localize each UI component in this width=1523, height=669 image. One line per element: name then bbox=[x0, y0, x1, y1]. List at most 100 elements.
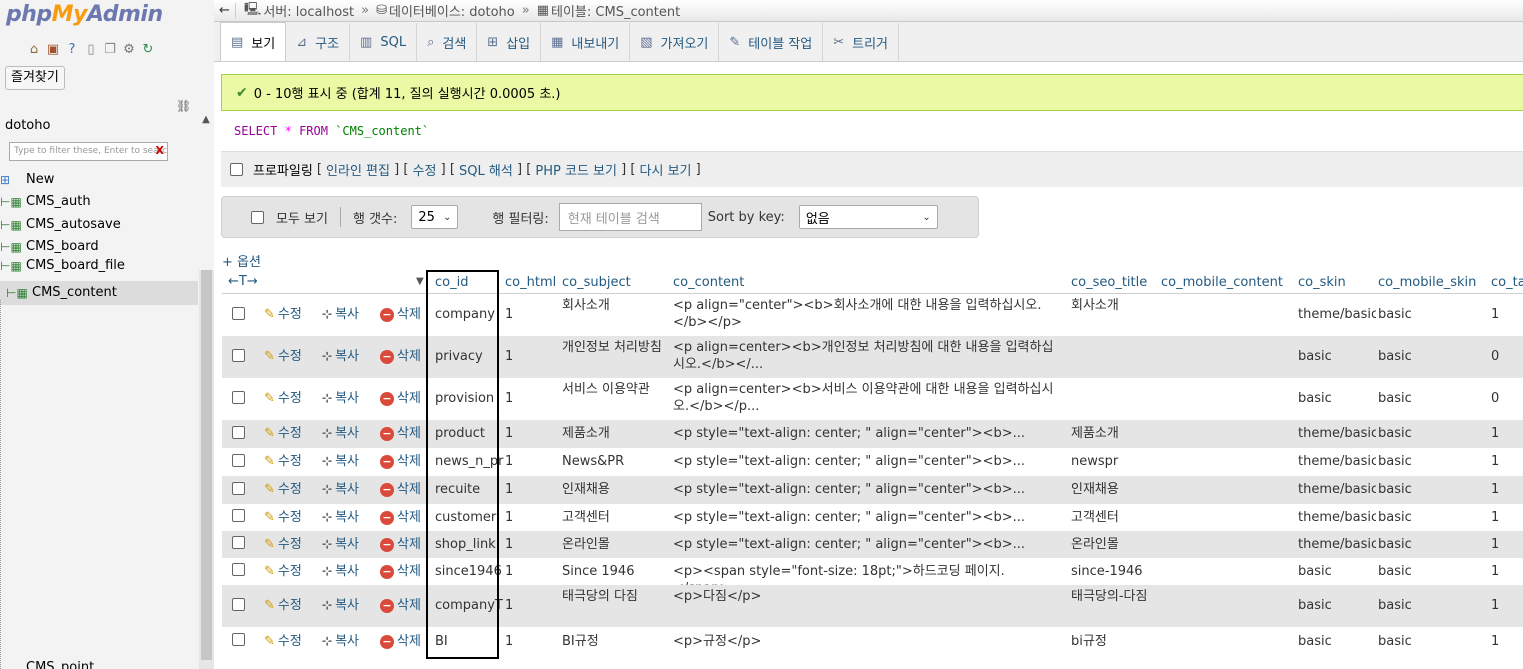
edit-row-link[interactable]: ✎ 수정 bbox=[264, 536, 302, 553]
cell-co-html[interactable]: 1 bbox=[505, 306, 557, 323]
cell-co-mobile-skin[interactable]: basic bbox=[1378, 509, 1488, 526]
cell-co-subject[interactable]: Since 1946 bbox=[562, 563, 666, 580]
column-header-co-mobile-skin[interactable]: co_mobile_skin bbox=[1378, 274, 1488, 291]
nav-scrollbar-thumb[interactable] bbox=[201, 270, 212, 660]
help-icon[interactable]: ? bbox=[64, 42, 80, 58]
tree-item-cms-autosave[interactable]: ⊢▦ CMS_autosave bbox=[0, 215, 121, 235]
row-checkbox[interactable] bbox=[232, 633, 245, 646]
reload-icon[interactable]: ↻ bbox=[140, 42, 156, 58]
cell-co-subject[interactable]: 인재채용 bbox=[562, 481, 666, 498]
cell-co-content[interactable]: <p align="center"><b>회사소개에 대한 내용을 입력하십시오… bbox=[673, 297, 1063, 331]
cell-co-subject[interactable]: 제품소개 bbox=[562, 425, 666, 442]
cell-co-skin[interactable]: theme/basic bbox=[1298, 536, 1376, 553]
edit-row-link[interactable]: ✎ 수정 bbox=[264, 348, 302, 365]
delete-row-link[interactable]: − 삭제 bbox=[380, 597, 422, 614]
cell-co-html[interactable]: 1 bbox=[505, 597, 557, 614]
cell-co-seo-title[interactable]: 온라인몰 bbox=[1071, 536, 1157, 553]
phpmyadmin-logo[interactable]: phpMyAdmin bbox=[6, 2, 163, 27]
cell-co-skin[interactable]: basic bbox=[1298, 390, 1376, 407]
cell-co-ta[interactable]: 1 bbox=[1491, 597, 1523, 614]
edit-row-link[interactable]: ✎ 수정 bbox=[264, 509, 302, 526]
column-header-co-skin[interactable]: co_skin bbox=[1298, 274, 1376, 291]
nav-scrollbar[interactable] bbox=[199, 270, 214, 669]
home-icon[interactable]: ⌂ bbox=[26, 42, 42, 58]
row-checkbox[interactable] bbox=[232, 390, 245, 404]
edit-row-link[interactable]: ✎ 수정 bbox=[264, 390, 302, 407]
breadcrumb-server[interactable]: 🖳 서버: localhost bbox=[244, 0, 354, 22]
favorites-button[interactable]: 즐겨찾기 bbox=[5, 66, 65, 90]
copy-row-link[interactable]: ⊹ 복사 bbox=[322, 509, 359, 526]
cell-co-html[interactable]: 1 bbox=[505, 425, 557, 442]
cell-co-content[interactable]: <p>규정</p> bbox=[673, 633, 1063, 650]
delete-row-link[interactable]: − 삭제 bbox=[380, 633, 422, 650]
cell-co-ta[interactable]: 1 bbox=[1491, 509, 1523, 526]
delete-row-link[interactable]: − 삭제 bbox=[380, 425, 422, 442]
row-checkbox[interactable] bbox=[232, 425, 245, 439]
row-filter-input[interactable]: 현재 테이블 검색 bbox=[558, 203, 702, 231]
cell-co-seo-title[interactable]: 제품소개 bbox=[1071, 425, 1157, 442]
rows-count-select[interactable]: 25 ⌄ bbox=[411, 205, 459, 229]
cell-co-subject[interactable]: 개인정보 처리방침 bbox=[562, 339, 666, 356]
delete-row-link[interactable]: − 삭제 bbox=[380, 563, 422, 580]
tree-item-new[interactable]: ⊞ New bbox=[0, 170, 54, 190]
edit-row-link[interactable]: ✎ 수정 bbox=[264, 597, 302, 614]
cell-co-skin[interactable]: theme/basic bbox=[1298, 306, 1376, 323]
cell-co-content[interactable]: <p style="text-align: center; " align="c… bbox=[673, 453, 1063, 470]
delete-row-link[interactable]: − 삭제 bbox=[380, 509, 422, 526]
cell-co-seo-title[interactable]: 고객센터 bbox=[1071, 509, 1157, 526]
clear-filter-icon[interactable]: X bbox=[156, 145, 164, 156]
delete-row-link[interactable]: − 삭제 bbox=[380, 306, 422, 323]
cell-co-mobile-skin[interactable]: basic bbox=[1378, 481, 1488, 498]
cell-co-mobile-skin[interactable]: basic bbox=[1378, 536, 1488, 553]
row-checkbox[interactable] bbox=[232, 348, 245, 362]
settings-icon[interactable]: ⚙ bbox=[121, 42, 137, 58]
tab-insert[interactable]: ⊞ 삽입 bbox=[477, 23, 542, 61]
link-with-main-panel-icon[interactable]: ⛓ bbox=[176, 99, 191, 113]
tab-export[interactable]: ▦ 내보내기 bbox=[541, 23, 631, 61]
scroll-up-icon[interactable]: ▲ bbox=[198, 110, 214, 130]
cell-co-subject[interactable]: 온라인몰 bbox=[562, 536, 666, 553]
cell-co-ta[interactable]: 1 bbox=[1491, 536, 1523, 553]
row-checkbox[interactable] bbox=[232, 509, 245, 522]
row-checkbox[interactable] bbox=[232, 306, 245, 320]
cell-co-content[interactable]: <p>다짐</p> bbox=[673, 588, 1063, 605]
cell-co-ta[interactable]: 0 bbox=[1491, 390, 1523, 407]
refresh-link[interactable]: 다시 보기 bbox=[640, 160, 692, 179]
copy-row-link[interactable]: ⊹ 복사 bbox=[322, 563, 359, 580]
cell-co-mobile-skin[interactable]: basic bbox=[1378, 390, 1488, 407]
row-checkbox[interactable] bbox=[232, 597, 245, 611]
row-checkbox[interactable] bbox=[232, 536, 245, 549]
php-code-link[interactable]: PHP 코드 보기 bbox=[535, 160, 617, 179]
sort-by-key-select[interactable]: 없음 ⌄ bbox=[798, 205, 938, 229]
tree-item-cms-board-file[interactable]: ⊢▦ CMS_board_file bbox=[0, 259, 125, 273]
database-name[interactable]: dotoho bbox=[5, 118, 50, 133]
copy-row-link[interactable]: ⊹ 복사 bbox=[322, 306, 359, 323]
cell-co-content[interactable]: <p style="text-align: center; " align="c… bbox=[673, 536, 1063, 553]
cell-co-ta[interactable]: 1 bbox=[1491, 481, 1523, 498]
copy-doc-icon[interactable]: ❐ bbox=[102, 42, 118, 58]
edit-row-link[interactable]: ✎ 수정 bbox=[264, 425, 302, 442]
cell-co-seo-title[interactable]: 태극당의-다짐 bbox=[1071, 588, 1157, 605]
edit-row-link[interactable]: ✎ 수정 bbox=[264, 563, 302, 580]
inline-edit-link[interactable]: 인라인 편집 bbox=[326, 160, 390, 179]
cell-co-seo-title[interactable]: 인재채용 bbox=[1071, 481, 1157, 498]
breadcrumb-table[interactable]: ▦ 테이블: CMS_content bbox=[537, 1, 681, 20]
cell-co-skin[interactable]: basic bbox=[1298, 633, 1376, 650]
cell-co-seo-title[interactable]: bi규정 bbox=[1071, 633, 1157, 650]
copy-row-link[interactable]: ⊹ 복사 bbox=[322, 633, 359, 650]
cell-co-content[interactable]: <p style="text-align: center; " align="c… bbox=[673, 481, 1063, 498]
cell-co-ta[interactable]: 1 bbox=[1491, 633, 1523, 650]
cell-co-subject[interactable]: 고객센터 bbox=[562, 509, 666, 526]
column-resize-icon[interactable]: ←T→ bbox=[228, 273, 258, 290]
cell-co-html[interactable]: 1 bbox=[505, 390, 557, 407]
cell-co-seo-title[interactable]: since-1946 bbox=[1071, 563, 1157, 580]
cell-co-content[interactable]: <p style="text-align: center; " align="c… bbox=[673, 509, 1063, 526]
cell-co-ta[interactable]: 1 bbox=[1491, 453, 1523, 470]
tab-wrench[interactable]: ✎ 테이블 작업 bbox=[719, 23, 824, 61]
cell-co-seo-title[interactable]: newspr bbox=[1071, 453, 1157, 470]
cell-co-skin[interactable]: basic bbox=[1298, 563, 1376, 580]
edit-row-link[interactable]: ✎ 수정 bbox=[264, 481, 302, 498]
cell-co-skin[interactable]: theme/basic bbox=[1298, 425, 1376, 442]
cell-co-ta[interactable]: 1 bbox=[1491, 306, 1523, 323]
tree-item-cms-content[interactable]: ⊢▦ CMS_content bbox=[6, 283, 117, 303]
